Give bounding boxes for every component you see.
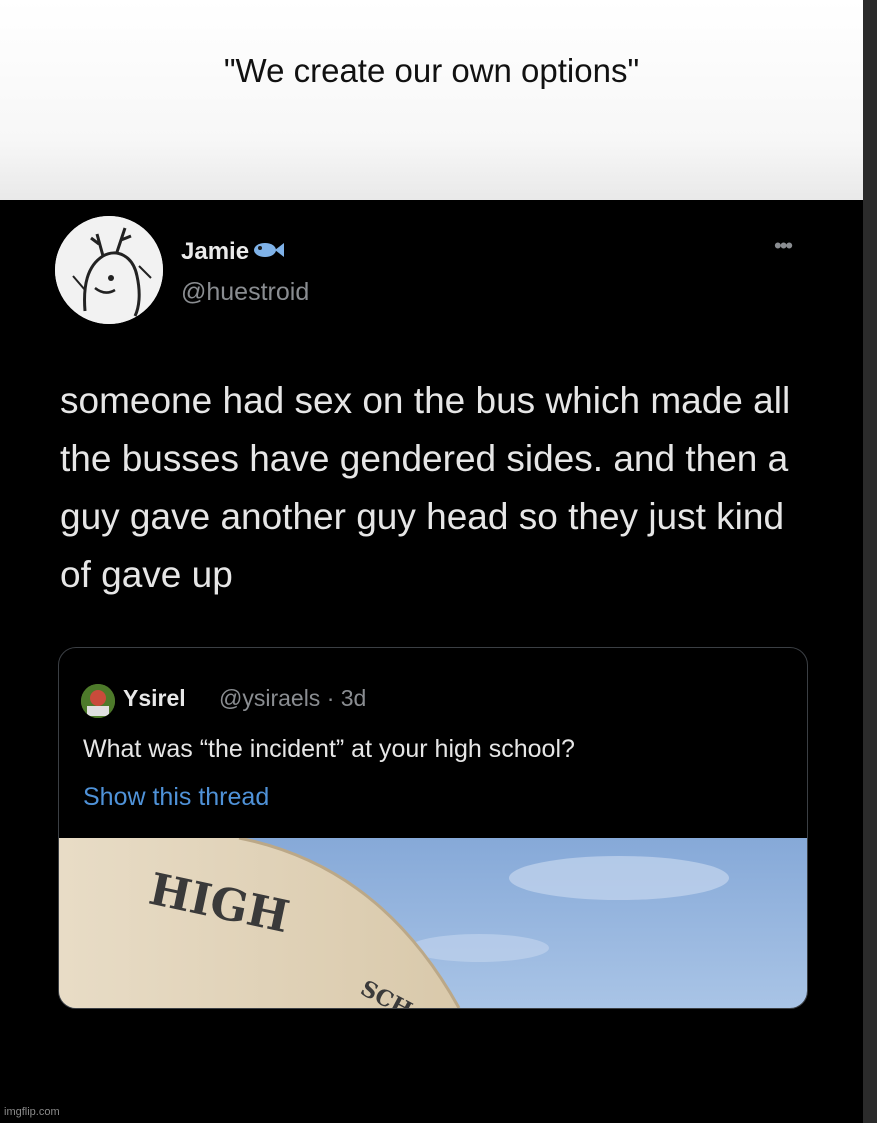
quoted-tweet-image[interactable]: HIGH SCH — [59, 838, 807, 1008]
imgflip-watermark: imgflip.com — [4, 1106, 60, 1118]
quoted-tweet[interactable]: Ysirel @ysiraels · 3d What was “the inci… — [58, 647, 808, 1009]
tweet-text: someone had sex on the bus which made al… — [60, 380, 791, 595]
meme-caption-text: "We create our own options" — [223, 52, 640, 89]
tweet-card: Jamie @huestroid ••• someone had sex on … — [0, 200, 863, 1123]
quoted-author-avatar[interactable] — [81, 684, 115, 718]
quoted-author-handle[interactable]: @ysiraels · 3d — [219, 685, 366, 712]
right-edge-strip — [863, 0, 877, 1123]
author-avatar[interactable] — [55, 216, 163, 324]
quoted-tweet-text: What was “the incident” at your high sch… — [83, 735, 575, 763]
author-name[interactable]: Jamie — [181, 238, 249, 266]
author-handle[interactable]: @huestroid — [181, 278, 309, 307]
show-thread-link[interactable]: Show this thread — [83, 783, 269, 812]
meme-caption-area: "We create our own options" — [0, 0, 863, 200]
quoted-author-name[interactable]: Ysirel — [123, 685, 186, 712]
fish-emoji-icon — [254, 243, 284, 257]
ellipsis-icon[interactable]: ••• — [774, 235, 793, 257]
